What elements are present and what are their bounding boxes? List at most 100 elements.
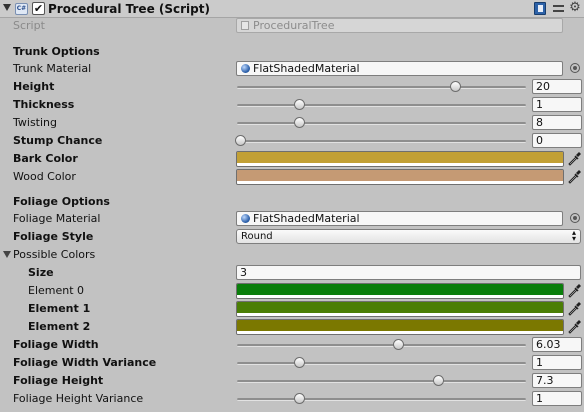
eyedropper-icon[interactable] — [566, 300, 583, 317]
expand-arrow-icon[interactable] — [3, 251, 11, 258]
thickness-slider-thumb[interactable] — [294, 99, 306, 110]
alpha-bar — [237, 313, 563, 316]
wood-color-row: Wood Color — [0, 168, 584, 186]
script-icon: C# — [15, 3, 28, 15]
twisting-row: Twisting 8 — [0, 114, 584, 132]
height-row: Height 20 — [0, 78, 584, 96]
foliage-material-field[interactable]: FlatShadedMaterial — [236, 211, 563, 226]
foliage-height-variance-label: Foliage Height Variance — [13, 392, 144, 405]
trunk-material-field[interactable]: FlatShadedMaterial — [236, 61, 563, 76]
foliage-height-variance-slider-thumb[interactable] — [294, 393, 306, 404]
foliage-width-input[interactable]: 6.03 — [532, 337, 582, 352]
thickness-input[interactable]: 1 — [532, 97, 582, 112]
element-2-swatch[interactable] — [236, 319, 564, 335]
possible-colors-label: Possible Colors — [13, 248, 96, 261]
material-sphere-icon — [241, 214, 250, 223]
element-1-swatch[interactable] — [236, 301, 564, 317]
bark-color-fill — [237, 152, 563, 163]
trunk-material-value: FlatShadedMaterial — [253, 62, 360, 75]
height-slider-track[interactable] — [237, 86, 526, 89]
element-2-label: Element 2 — [28, 320, 91, 333]
object-picker-icon[interactable] — [570, 213, 580, 223]
eyedropper-icon[interactable] — [566, 318, 583, 335]
eyedropper-icon[interactable] — [566, 168, 583, 185]
stump-chance-slider-track[interactable] — [237, 140, 526, 143]
foliage-height-slider-track[interactable] — [237, 380, 526, 383]
foliage-width-variance-slider-track[interactable] — [237, 362, 526, 365]
foliage-width-variance-label: Foliage Width Variance — [13, 356, 157, 369]
twisting-slider-thumb[interactable] — [294, 117, 306, 128]
size-row: Size 3 — [0, 264, 584, 282]
trunk-section-header: Trunk Options — [13, 45, 100, 58]
element-1-row: Element 1 — [0, 300, 584, 318]
size-label: Size — [28, 266, 54, 279]
alpha-bar — [237, 181, 563, 184]
foliage-material-value: FlatShadedMaterial — [253, 212, 360, 225]
script-row: Script ProceduralTree — [0, 17, 584, 35]
foliage-width-variance-slider-thumb[interactable] — [294, 357, 306, 368]
stump-chance-input[interactable]: 0 — [532, 133, 582, 148]
stump-chance-row: Stump Chance 0 — [0, 132, 584, 150]
alpha-bar — [237, 163, 563, 166]
element-1-fill — [237, 302, 563, 313]
trunk-material-label: Trunk Material — [13, 62, 92, 75]
thickness-slider-track[interactable] — [237, 104, 526, 107]
stump-chance-slider-thumb[interactable] — [235, 135, 246, 146]
foliage-height-variance-row: Foliage Height Variance 1 — [0, 390, 584, 408]
foliage-width-variance-row: Foliage Width Variance 1 — [0, 354, 584, 372]
twisting-label: Twisting — [13, 116, 58, 129]
wood-color-swatch[interactable] — [236, 169, 564, 185]
eyedropper-icon[interactable] — [566, 282, 583, 299]
help-book-icon[interactable] — [534, 2, 546, 15]
foliage-height-label: Foliage Height — [13, 374, 104, 387]
foliage-width-slider-thumb[interactable] — [393, 339, 405, 350]
foliage-width-variance-input[interactable]: 1 — [532, 355, 582, 370]
preset-icon[interactable] — [552, 2, 565, 15]
element-0-label: Element 0 — [28, 284, 85, 297]
foliage-height-variance-slider-track[interactable] — [237, 398, 526, 401]
foliage-material-row: Foliage Material FlatShadedMaterial — [0, 210, 584, 228]
script-value: ProceduralTree — [253, 19, 335, 32]
element-2-row: Element 2 — [0, 318, 584, 336]
bark-color-swatch[interactable] — [236, 151, 564, 167]
script-label: Script — [13, 19, 45, 32]
material-sphere-icon — [241, 64, 250, 73]
bark-color-label: Bark Color — [13, 152, 78, 165]
foliage-material-label: Foliage Material — [13, 212, 101, 225]
component-header[interactable]: C# ✔ Procedural Tree (Script) ⚙ — [0, 0, 584, 18]
twisting-input[interactable]: 8 — [532, 115, 582, 130]
wood-color-label: Wood Color — [13, 170, 76, 183]
height-slider-thumb[interactable] — [450, 81, 462, 92]
size-input[interactable]: 3 — [236, 265, 581, 280]
foliage-style-row: Foliage Style Round ▴ ▾ — [0, 228, 584, 246]
foliage-width-slider-track[interactable] — [237, 344, 526, 347]
height-label: Height — [13, 80, 55, 93]
foliage-height-input[interactable]: 7.3 — [532, 373, 582, 388]
foliage-height-slider-thumb[interactable] — [433, 375, 445, 386]
foliage-height-row: Foliage Height 7.3 — [0, 372, 584, 390]
eyedropper-icon[interactable] — [566, 150, 583, 167]
element-2-fill — [237, 320, 563, 331]
collapse-arrow-icon[interactable] — [3, 4, 11, 11]
twisting-slider-track[interactable] — [237, 122, 526, 125]
height-input[interactable]: 20 — [532, 79, 582, 94]
alpha-bar — [237, 295, 563, 298]
element-1-label: Element 1 — [28, 302, 91, 315]
possible-colors-row[interactable]: Possible Colors — [0, 246, 584, 264]
script-field: ProceduralTree — [236, 18, 563, 33]
object-picker-icon[interactable] — [570, 63, 580, 73]
foliage-height-variance-input[interactable]: 1 — [532, 391, 582, 406]
dropdown-arrows-icon: ▴ ▾ — [571, 228, 576, 243]
foliage-section-header: Foliage Options — [13, 195, 110, 208]
thickness-row: Thickness 1 — [0, 96, 584, 114]
component-enabled-checkbox[interactable]: ✔ — [32, 2, 45, 15]
foliage-width-label: Foliage Width — [13, 338, 99, 351]
element-0-swatch[interactable] — [236, 283, 564, 299]
element-0-row: Element 0 — [0, 282, 584, 300]
foliage-style-value: Round — [241, 231, 273, 242]
foliage-style-dropdown[interactable]: Round ▴ ▾ — [236, 229, 581, 244]
gear-icon[interactable]: ⚙ — [568, 1, 582, 15]
alpha-bar — [237, 331, 563, 334]
script-file-icon — [241, 21, 249, 30]
component-title: Procedural Tree (Script) — [48, 2, 210, 16]
